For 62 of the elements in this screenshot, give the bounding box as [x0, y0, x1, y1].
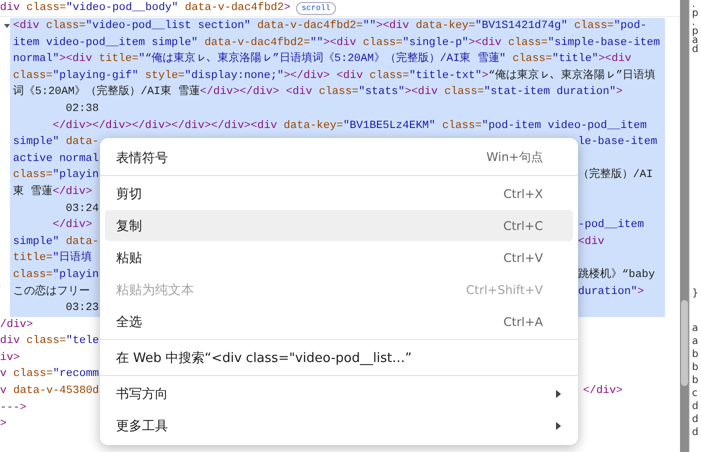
style-text: d — [692, 413, 700, 426]
style-text: a — [692, 335, 700, 348]
code-text: div class="video-pod__body" data-v-dac4fbd2> — [0, 2, 290, 14]
code-text: v data-v-45380d — [0, 385, 100, 398]
code-text: duration"> — [578, 284, 644, 300]
code-text: normal"><div title="“俺は東京ㇾ、東京洛陽ㇾ”日语填词《5:20AM》（完整版）/AI東 雪蓮" class="title"><div — [13, 51, 632, 68]
code-text: 跳楼机》“baby — [578, 267, 656, 283]
style-text: c — [692, 387, 698, 400]
code-text: <div class="video-pod__list section" data-v-dac4fbd2=""><div data-key="BV1S1421d74g" class="pod- — [13, 19, 647, 34]
code-text: class="playin — [13, 268, 99, 281]
scrollbar-thumb[interactable] — [681, 300, 688, 386]
style-text: b — [692, 374, 700, 387]
menu-item[interactable]: 剪切 Ctrl+X — [105, 178, 573, 209]
code-text: この恋はフリー — [13, 286, 90, 298]
style-text: . — [692, 18, 696, 27]
code-text: </div></div></div></div></div><div data-key="BV1BE5Lz4EKM" class="pod-item video-pod__item — [52, 118, 647, 134]
code-text: -pod__item — [578, 218, 644, 234]
menu-item[interactable]: 更多工具 — [105, 410, 573, 441]
code-text: item video-pod__item simple" data-v-dac4fbd2=""><div class="single-p"><div class="simple-base-item — [13, 36, 660, 51]
code-text: /div> — [0, 318, 34, 333]
menu-item[interactable]: 表情符号 Win+句点 — [105, 142, 573, 173]
code-text: 02:38 — [64, 102, 99, 117]
style-text: } — [692, 288, 700, 300]
style-text: p — [692, 27, 700, 36]
code-text: v class="recomm — [0, 367, 100, 382]
code-text: le-base-item — [578, 135, 658, 150]
code-text: 東 雪蓮</div> — [13, 184, 92, 200]
code-text: iv> — [0, 350, 20, 366]
style-text: d — [692, 426, 700, 439]
code-text: active normal — [13, 152, 99, 167]
style-text: b — [692, 361, 700, 374]
style-text: p — [692, 9, 700, 18]
menu-item[interactable]: 书写方向 — [105, 378, 573, 409]
menu-item[interactable]: 全选 Ctrl+A — [105, 306, 573, 337]
triangle-icon[interactable] — [4, 23, 10, 29]
code-text: 词《5:20AM》（完整版）/AI東 雪蓮</div></div> <div class="stats"><div class="stat-item duration"> — [13, 84, 623, 100]
menu-item[interactable]: 在 Web 中搜索“<div class="video-pod__list…” — [105, 342, 573, 373]
code-text: ---> — [0, 400, 26, 416]
style-text: d — [692, 45, 700, 54]
menu-item[interactable]: 复制 Ctrl+C — [105, 210, 573, 241]
code-text: simple" data- — [13, 236, 99, 248]
code-text: 03:23 — [64, 301, 99, 316]
menu-item[interactable]: 粘贴 Ctrl+V — [105, 242, 573, 273]
code-text: （完整版）/AI — [578, 167, 653, 184]
code-text: </div> — [52, 219, 92, 232]
style-text: a — [692, 322, 700, 335]
style-text: . — [692, 0, 696, 9]
scroll-badge[interactable]: scroll — [296, 2, 336, 14]
submenu-arrow-icon — [556, 422, 561, 430]
code-text: 03:24 — [64, 202, 99, 217]
code-text: > — [0, 417, 7, 432]
code-text: class="playing-gif" style="display:none;"></div> <div class="title-txt">“俺は東京ㇾ、東京洛陽ㇾ”日语填 — [13, 68, 656, 84]
code-text: div class="tele — [0, 334, 100, 350]
style-text: d — [692, 400, 700, 413]
code-text: <div — [578, 234, 604, 250]
code-text: simple" data- — [13, 136, 99, 148]
style-text: b — [692, 348, 700, 361]
code-text: class="playin — [13, 169, 99, 182]
code-text: title="日语填 — [13, 250, 92, 266]
code-text: </div> — [583, 384, 623, 400]
style-text: a — [692, 36, 700, 45]
submenu-arrow-icon — [556, 390, 561, 398]
